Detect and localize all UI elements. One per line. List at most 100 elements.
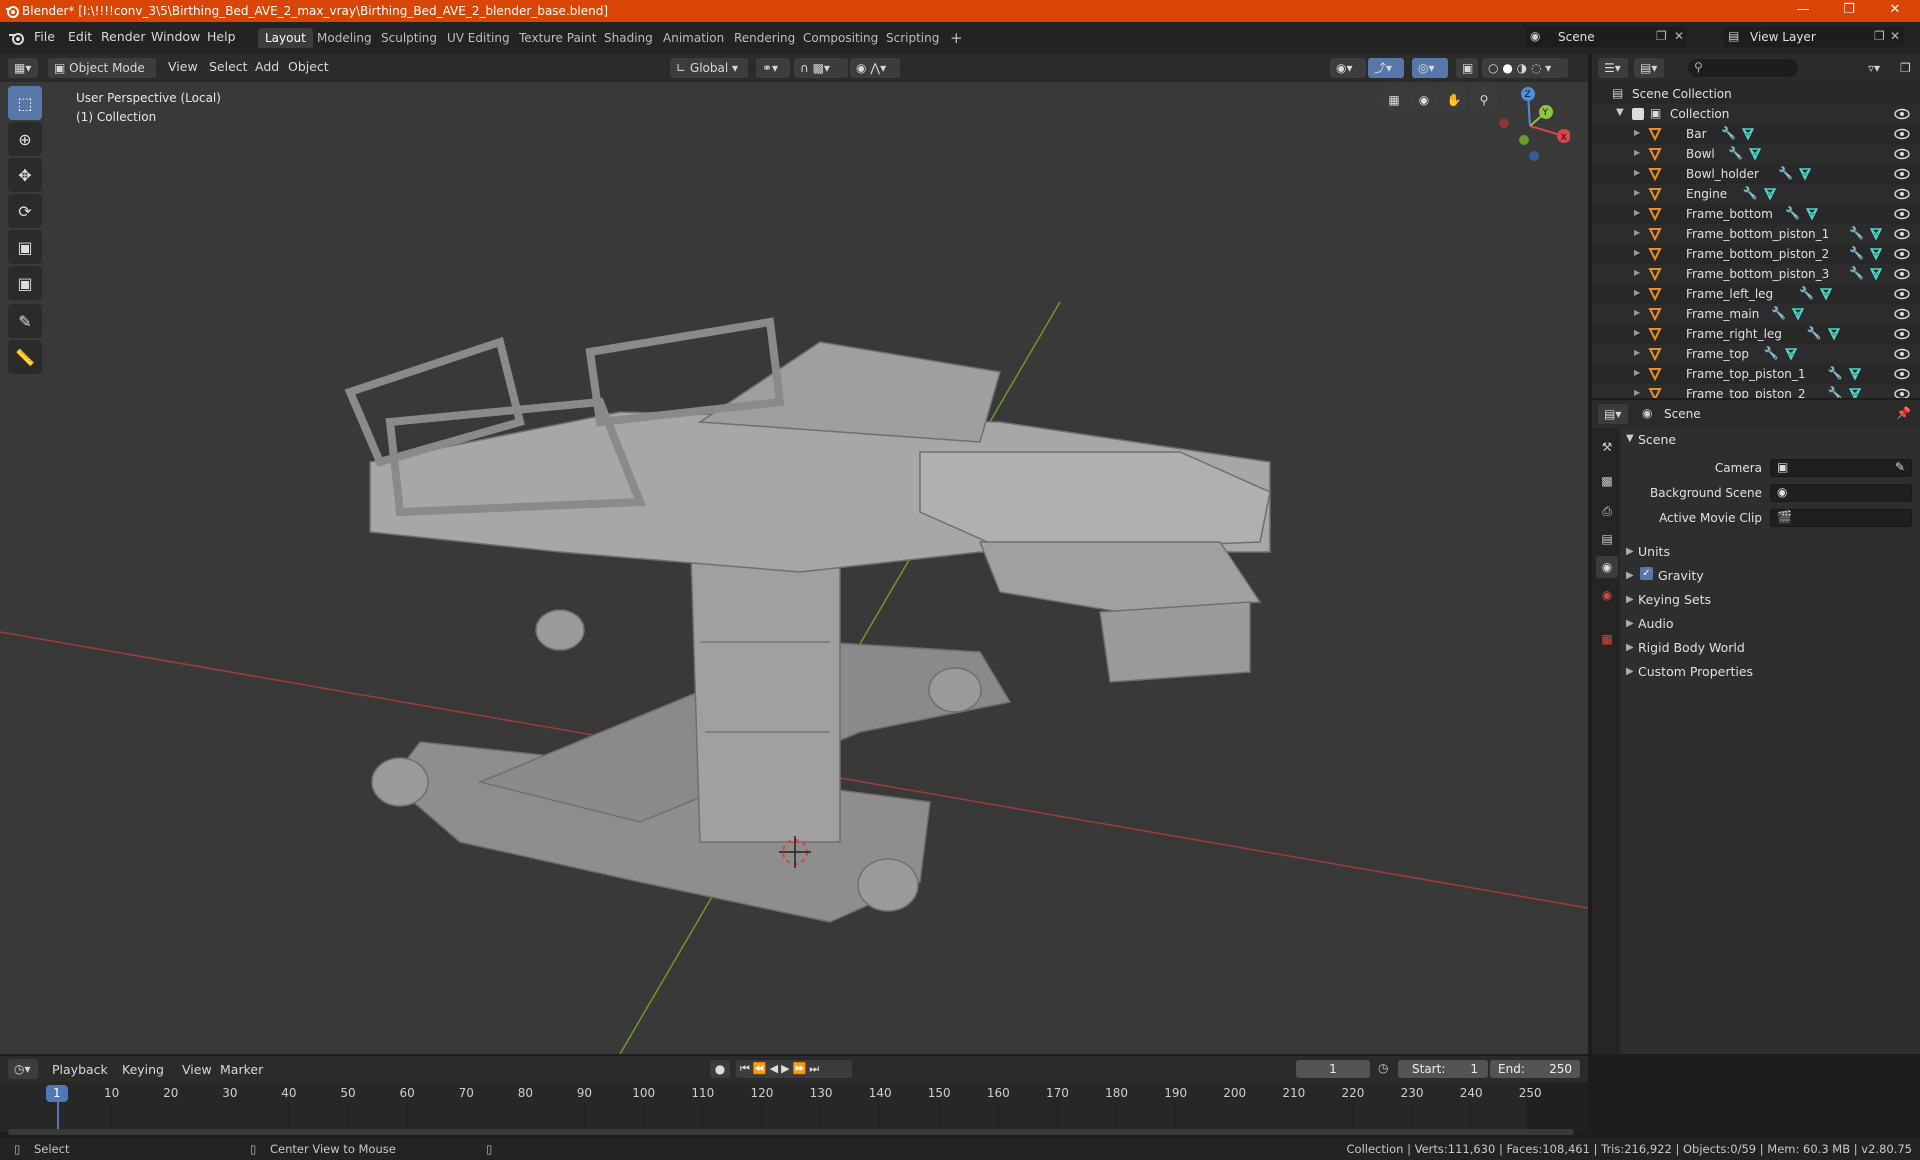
- modifier-wrench-icon[interactable]: 🔧: [1849, 226, 1864, 240]
- outliner-row-object[interactable]: ▶ Frame_bottom_piston_3 🔧: [1592, 264, 1920, 284]
- expand-arrow-icon[interactable]: ▶: [1626, 642, 1634, 653]
- mesh-data-icon[interactable]: [1791, 307, 1805, 321]
- minimize-button[interactable]: —: [1780, 0, 1826, 22]
- mesh-data-icon[interactable]: [1869, 267, 1883, 281]
- tab-sculpting[interactable]: Sculpting: [374, 28, 444, 48]
- delete-view-layer-icon[interactable]: ✕: [1890, 29, 1900, 43]
- view-layer-selector[interactable]: ▤ View Layer ❐ ✕: [1724, 27, 1904, 47]
- outliner-row-scene-collection[interactable]: ▤ Scene Collection: [1592, 84, 1920, 104]
- properties-editor-type-button[interactable]: ▤▾: [1598, 404, 1628, 424]
- visibility-eye-icon[interactable]: [1894, 287, 1910, 301]
- modifier-wrench-icon[interactable]: 🔧: [1721, 126, 1736, 140]
- gizmo-toggle[interactable]: ⤴▾: [1368, 58, 1404, 78]
- modifier-wrench-icon[interactable]: 🔧: [1771, 306, 1786, 320]
- snap-toggle[interactable]: ∩ ▩▾: [794, 58, 848, 78]
- add-workspace-button[interactable]: +: [943, 28, 970, 48]
- expand-arrow-icon[interactable]: ▶: [1634, 128, 1640, 137]
- select-box-tool[interactable]: ⬚: [8, 86, 42, 120]
- modifier-wrench-icon[interactable]: 🔧: [1799, 286, 1814, 300]
- scale-tool[interactable]: ▣: [8, 230, 42, 264]
- end-frame-input[interactable]: End: 250: [1490, 1060, 1580, 1078]
- expand-arrow-icon[interactable]: ▶: [1626, 594, 1634, 605]
- visibility-eye-icon[interactable]: [1894, 127, 1910, 141]
- expand-arrow-icon[interactable]: ▶: [1634, 148, 1640, 157]
- outliner-row-object[interactable]: ▶ Frame_left_leg 🔧: [1592, 284, 1920, 304]
- outliner-editor-type-button[interactable]: ☰▾: [1598, 58, 1628, 78]
- tab-uv-editing[interactable]: UV Editing: [440, 28, 517, 48]
- expand-arrow-icon[interactable]: ▶: [1634, 228, 1640, 237]
- expand-arrow-icon[interactable]: ▶: [1626, 618, 1634, 629]
- visibility-eye-icon[interactable]: [1894, 387, 1910, 398]
- menu-add[interactable]: Add: [255, 59, 279, 74]
- units-section[interactable]: Units: [1638, 544, 1670, 559]
- expand-arrow-icon[interactable]: ▶: [1626, 570, 1634, 581]
- jump-start-icon[interactable]: ⏮: [740, 1062, 753, 1075]
- menu-render[interactable]: Render: [101, 29, 146, 44]
- outliner-row-object[interactable]: ▶ Frame_right_leg 🔧: [1592, 324, 1920, 344]
- delete-scene-icon[interactable]: ✕: [1674, 29, 1684, 43]
- visibility-eye-icon[interactable]: [1894, 347, 1910, 361]
- audio-section[interactable]: Audio: [1638, 616, 1674, 631]
- camera-field[interactable]: ▣ ✎: [1770, 459, 1912, 477]
- proportional-edit-toggle[interactable]: ◉ ⋀▾: [850, 58, 900, 78]
- pin-icon[interactable]: 📌: [1896, 406, 1911, 420]
- display-mode-dropdown[interactable]: ▤▾: [1634, 58, 1664, 78]
- visibility-dropdown[interactable]: ◉▾: [1330, 58, 1366, 78]
- menu-playback[interactable]: Playback: [52, 1062, 108, 1077]
- visibility-eye-icon[interactable]: [1894, 187, 1910, 201]
- tab-layout[interactable]: Layout: [258, 28, 313, 48]
- tab-output[interactable]: ⎙: [1596, 500, 1618, 522]
- outliner-row-collection[interactable]: ▼ ▣ Collection: [1592, 104, 1920, 124]
- modifier-wrench-icon[interactable]: 🔧: [1778, 166, 1793, 180]
- filter-dropdown[interactable]: ▿▾: [1862, 58, 1892, 78]
- mode-dropdown[interactable]: ▣ Object Mode ▾: [48, 58, 156, 95]
- mesh-data-icon[interactable]: [1784, 347, 1798, 361]
- menu-select[interactable]: Select: [209, 59, 248, 74]
- tab-tool[interactable]: ⚒: [1596, 436, 1618, 458]
- gravity-section[interactable]: Gravity: [1658, 568, 1704, 583]
- mesh-data-icon[interactable]: [1848, 367, 1862, 381]
- outliner-row-object[interactable]: ▶ Frame_bottom 🔧: [1592, 204, 1920, 224]
- tab-render[interactable]: ▩: [1596, 470, 1618, 492]
- visibility-eye-icon[interactable]: [1894, 327, 1910, 341]
- rendered-shading-icon[interactable]: ◌: [1531, 61, 1541, 75]
- expand-arrow-icon[interactable]: ▶: [1634, 188, 1640, 197]
- outliner-row-object[interactable]: ▶ Frame_bottom_piston_2 🔧: [1592, 244, 1920, 264]
- timeline-scrollbar[interactable]: [8, 1129, 1574, 1135]
- outliner-row-object[interactable]: ▶ Engine 🔧: [1592, 184, 1920, 204]
- current-frame-input[interactable]: 1: [1296, 1060, 1370, 1078]
- 3d-viewport[interactable]: User Perspective (Local) (1) Collection …: [0, 82, 1588, 1054]
- visibility-eye-icon[interactable]: [1894, 267, 1910, 281]
- modifier-wrench-icon[interactable]: 🔧: [1828, 366, 1843, 380]
- visibility-eye-icon[interactable]: [1894, 107, 1910, 121]
- play-reverse-icon[interactable]: ◀: [770, 1062, 781, 1075]
- shading-mode-group[interactable]: ○ ● ◑ ◌ ▾: [1482, 58, 1568, 78]
- mesh-data-icon[interactable]: [1819, 287, 1833, 301]
- scene-panel-title[interactable]: Scene: [1638, 432, 1676, 447]
- custom-properties-section[interactable]: Custom Properties: [1638, 664, 1753, 679]
- mesh-data-icon[interactable]: [1805, 207, 1819, 221]
- outliner-row-object[interactable]: ▶ Frame_top_piston_1 🔧: [1592, 364, 1920, 384]
- keying-sets-section[interactable]: Keying Sets: [1638, 592, 1711, 607]
- tab-texture-paint[interactable]: Texture Paint: [512, 28, 603, 48]
- pivot-dropdown[interactable]: ⚭▾: [756, 58, 790, 78]
- visibility-eye-icon[interactable]: [1894, 247, 1910, 261]
- outliner-row-object[interactable]: ▶ Frame_top_piston_2 🔧: [1592, 384, 1920, 398]
- expand-arrow-icon[interactable]: ▶: [1634, 268, 1640, 277]
- outliner-row-object[interactable]: ▶ Bowl 🔧: [1592, 144, 1920, 164]
- outliner-row-object[interactable]: ▶ Frame_top 🔧: [1592, 344, 1920, 364]
- tab-animation[interactable]: Animation: [656, 28, 731, 48]
- active-movie-clip-field[interactable]: 🎬: [1770, 509, 1912, 527]
- restore-button[interactable]: ❐: [1826, 0, 1872, 22]
- expand-arrow-icon[interactable]: ▶: [1634, 368, 1640, 377]
- menu-window[interactable]: Window: [151, 29, 200, 44]
- blender-menu-icon[interactable]: [8, 31, 24, 45]
- collapse-arrow-icon[interactable]: ▼: [1626, 433, 1634, 444]
- eyedropper-icon[interactable]: ✎: [1895, 460, 1905, 474]
- wireframe-shading-icon[interactable]: ○: [1488, 61, 1498, 75]
- solid-shading-icon[interactable]: ●: [1502, 61, 1512, 75]
- tab-scripting[interactable]: Scripting: [879, 28, 946, 48]
- menu-view[interactable]: View: [168, 59, 198, 74]
- new-view-layer-icon[interactable]: ❐: [1874, 29, 1885, 43]
- mesh-data-icon[interactable]: [1827, 327, 1841, 341]
